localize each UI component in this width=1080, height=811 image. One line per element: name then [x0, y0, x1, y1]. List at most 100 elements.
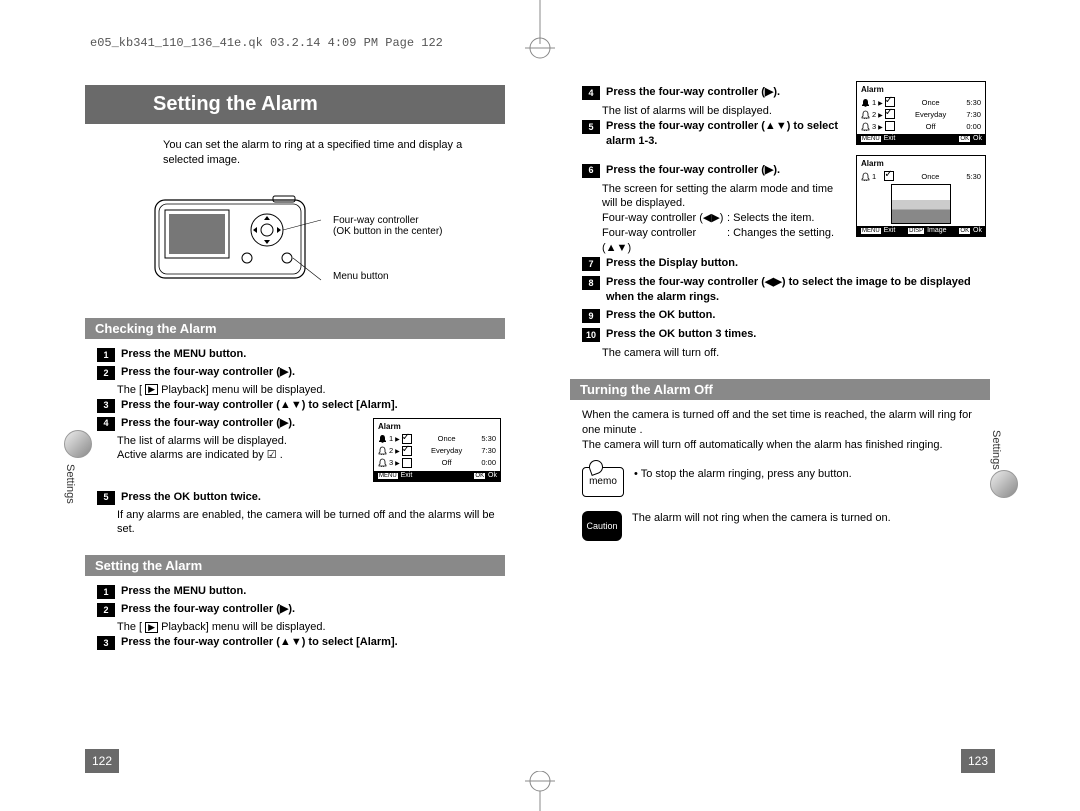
- checking-steps: 1 Press the MENU button. 2 Press the fou…: [85, 347, 505, 538]
- checkbox-on-icon: [885, 97, 895, 107]
- alarm-time: 7:30: [481, 446, 496, 455]
- step-text: Press the MENU button.: [121, 348, 246, 360]
- alarm-time: 7:30: [966, 110, 981, 119]
- lcd-title: Alarm: [861, 159, 981, 168]
- ok-key-icon: OK: [958, 227, 971, 235]
- alarm-mode: Off: [926, 122, 936, 131]
- step-number: 2: [97, 603, 115, 617]
- step-text: Press the four-way controller (▶).: [121, 603, 295, 615]
- section-checking-alarm: Checking the Alarm: [85, 318, 505, 339]
- lcd-ok: Ok: [488, 472, 497, 479]
- caution-icon: Caution: [582, 511, 622, 541]
- lcd-exit: Exit: [401, 472, 413, 479]
- alarm-index: 2: [872, 110, 876, 119]
- chevron-right-icon: [878, 122, 883, 131]
- step-text: Press the four-way controller (▶).: [606, 164, 780, 176]
- alarm-time: 0:00: [481, 458, 496, 467]
- step-text: Press the OK button twice.: [121, 491, 261, 503]
- page-122: Setting the Alarm You can set the alarm …: [85, 85, 505, 765]
- alarm-index: 2: [389, 446, 393, 455]
- page-title: Setting the Alarm: [85, 85, 505, 124]
- controller-hint: : Changes the setting.: [727, 226, 834, 256]
- step-number: 1: [97, 348, 115, 362]
- playback-icon: ▶: [145, 384, 158, 395]
- step-number: 4: [582, 86, 600, 100]
- alarm-index: 1: [872, 172, 876, 181]
- lcd-ok: Ok: [973, 227, 982, 234]
- step-number: 9: [582, 309, 600, 323]
- step-text: Press the four-way controller (▶).: [606, 86, 780, 98]
- lcd-title: Alarm: [378, 422, 496, 431]
- step-text: Press the OK button 3 times.: [606, 328, 756, 340]
- chevron-right-icon: [878, 110, 883, 119]
- step-number: 5: [97, 491, 115, 505]
- camera-illustration: Four-way controller (OK button in the ce…: [145, 180, 505, 300]
- checkbox-on-icon: [885, 109, 895, 119]
- step-number: 3: [97, 399, 115, 413]
- section-setting-alarm: Setting the Alarm: [85, 555, 505, 576]
- memo-text: To stop the alarm ringing, press any but…: [641, 468, 852, 480]
- menu-key-icon: MENU: [860, 227, 882, 235]
- step-subtext: The [: [117, 621, 142, 633]
- sidebar-label: Settings: [990, 430, 1002, 470]
- off-paragraph: When the camera is turned off and the se…: [582, 408, 986, 438]
- section-turning-off: Turning the Alarm Off: [570, 379, 990, 400]
- controller-hint: Four-way controller (◀▶): [602, 211, 727, 226]
- step-text: Press the four-way controller (▶).: [121, 417, 295, 429]
- ok-key-icon: OK: [958, 135, 971, 143]
- alarm-index: 1: [872, 98, 876, 107]
- step-subtext: The [: [117, 384, 142, 396]
- chevron-right-icon: [395, 458, 400, 467]
- lcd-exit: Exit: [884, 227, 896, 234]
- step-subtext: Playback] menu will be displayed.: [161, 384, 325, 396]
- alarm-index: 1: [389, 434, 393, 443]
- alarm-mode: Off: [442, 458, 452, 467]
- bell-icon: [378, 434, 387, 443]
- alarm-mode: Once: [921, 172, 939, 181]
- memo-block: memo • To stop the alarm ringing, press …: [582, 467, 986, 497]
- alarm-time: 5:30: [966, 172, 981, 181]
- playback-icon: ▶: [145, 622, 158, 633]
- step-subtext: Active alarms are indicated by ☑ .: [117, 449, 283, 461]
- step-number: 3: [97, 636, 115, 650]
- camera-label-ok: (OK button in the center): [333, 226, 443, 237]
- alarm-index: 3: [389, 458, 393, 467]
- bell-icon: [861, 110, 870, 119]
- alarm-edit-lcd: Alarm 1 Once 5:30 MENU Exit DISP Image O…: [856, 155, 986, 237]
- caution-block: Caution The alarm will not ring when the…: [582, 511, 986, 541]
- step-text: Press the Display button.: [606, 257, 738, 269]
- step-subtext: The list of alarms will be displayed.: [117, 434, 357, 449]
- step-subtext: The screen for setting the alarm mode an…: [602, 182, 846, 212]
- memo-icon: memo: [582, 467, 624, 497]
- checkbox-on-icon: [884, 171, 894, 181]
- tab-dot-icon: [990, 470, 1018, 498]
- intro-text: You can set the alarm to ring at a speci…: [85, 138, 505, 168]
- page-number-right: 123: [961, 749, 995, 773]
- alarm-mode: Everyday: [431, 446, 462, 455]
- disp-key-icon: DISP: [907, 227, 925, 235]
- sidebar-label: Settings: [64, 464, 76, 504]
- step-number: 2: [97, 366, 115, 380]
- camera-label-controller: Four-way controller: [333, 215, 419, 226]
- lcd-title: Alarm: [861, 85, 981, 94]
- ok-key-icon: OK: [473, 472, 486, 480]
- chevron-right-icon: [878, 98, 883, 107]
- step-number: 5: [582, 120, 600, 134]
- camera-icon: [145, 180, 325, 300]
- controller-hint: Four-way controller (▲▼): [602, 226, 727, 256]
- sidebar-tab-right: Settings: [990, 430, 1016, 520]
- bell-icon: [861, 122, 870, 131]
- bell-icon: [378, 458, 387, 467]
- lcd-ok: Ok: [973, 135, 982, 142]
- file-header: e05_kb341_110_136_41e.qk 03.2.14 4:09 PM…: [90, 36, 443, 50]
- step-text: Press the four-way controller (▲▼) to se…: [121, 636, 398, 648]
- alarm-mode: Everyday: [915, 110, 946, 119]
- step-subtext: Playback] menu will be displayed.: [161, 621, 325, 633]
- caution-text: The alarm will not ring when the camera …: [632, 511, 986, 526]
- menu-key-icon: MENU: [860, 135, 882, 143]
- alarm-mode: Once: [922, 98, 940, 107]
- chevron-right-icon: [395, 434, 400, 443]
- checkbox-on-icon: [402, 446, 412, 456]
- step-subtext: The list of alarms will be displayed.: [602, 104, 846, 119]
- step-number: 10: [582, 328, 600, 342]
